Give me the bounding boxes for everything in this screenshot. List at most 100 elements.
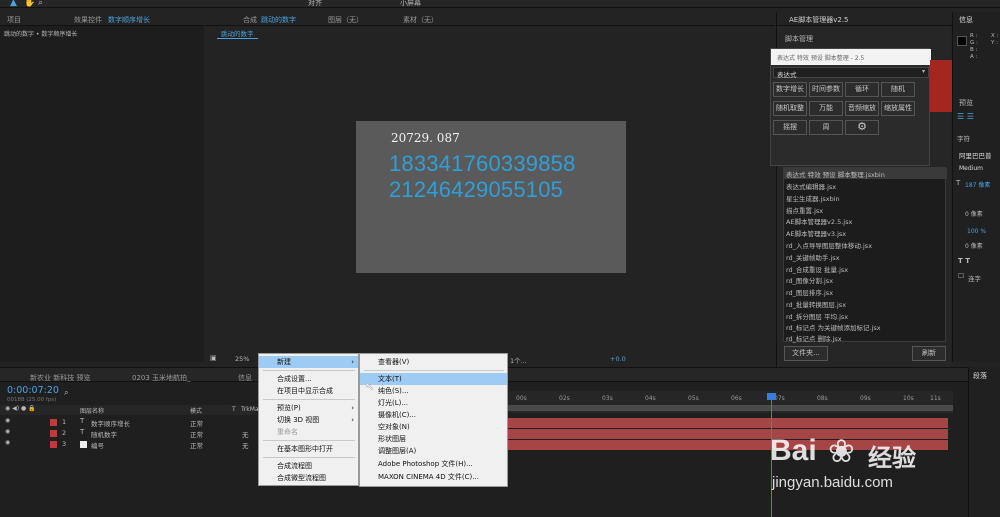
timecode[interactable]: 0:00:07:20: [7, 385, 59, 396]
exposure-value[interactable]: +0.0: [610, 355, 626, 363]
script-list-item[interactable]: rd_图层排序.jsx: [786, 287, 833, 297]
script-settings-button[interactable]: ⚙: [845, 120, 879, 135]
hand-tool-icon[interactable]: ✋: [24, 0, 35, 8]
menu-item-open-essential-graphics[interactable]: 在基本图形中打开: [259, 443, 358, 455]
script-btn-9[interactable]: 周: [809, 120, 843, 135]
info-title[interactable]: 信息: [959, 15, 973, 25]
layer-color-label[interactable]: [50, 419, 57, 426]
submenu-item-viewer[interactable]: 查看器(V): [360, 356, 507, 368]
script-list-item[interactable]: rd_拆分图层 平均.jsx: [786, 311, 848, 321]
script-btn-8[interactable]: 摇摆: [773, 120, 807, 135]
snap-label[interactable]: 对齐: [308, 0, 322, 8]
comp-canvas[interactable]: 20729. 087 183341760339858 2124642905510…: [356, 121, 626, 273]
layer-mode[interactable]: 正常: [190, 429, 203, 439]
visibility-eye-icon[interactable]: ◉: [5, 428, 10, 435]
layer-row[interactable]: ◉ 1 T 数字顺序增长 正常: [0, 417, 255, 428]
script-manager-title[interactable]: AE脚本管理器v2.5: [789, 15, 849, 25]
submenu-item-photoshop-file[interactable]: Adobe Photoshop 文件(H)...: [360, 458, 507, 470]
viewer-settings-icon[interactable]: ▣: [210, 354, 217, 362]
script-list-item[interactable]: 表达式编辑器.jsx: [786, 181, 836, 191]
script-btn-1[interactable]: 时间参数: [809, 82, 843, 97]
visibility-eye-icon[interactable]: ◉: [5, 439, 10, 446]
submenu-item-adjustment-layer[interactable]: 调整图层(A): [360, 445, 507, 457]
submenu-item-text[interactable]: 文本(T): [360, 373, 507, 385]
views-dropdown[interactable]: 1个...: [510, 355, 527, 365]
zoom-tool-icon[interactable]: ⌕: [38, 0, 43, 8]
paragraph-title[interactable]: 段落: [973, 371, 987, 381]
selection-tool-icon[interactable]: ▲: [10, 0, 17, 8]
timeline-tab-2[interactable]: 信息: [238, 373, 252, 383]
ligature-checkbox[interactable]: ☐: [958, 272, 964, 280]
script-list-item[interactable]: AE脚本管理器v3.jsx: [786, 228, 846, 238]
script-list-item[interactable]: rd_标记点 删除.jsx: [786, 333, 842, 343]
layer-name[interactable]: 随机数字: [91, 429, 117, 439]
menu-item-comp-settings[interactable]: 合成设置...: [259, 373, 358, 385]
tab-comp-name[interactable]: 跳动的数字: [261, 15, 296, 25]
layer-name[interactable]: 数字顺序增长: [91, 418, 130, 428]
layer-trkmat[interactable]: 无: [242, 429, 249, 439]
script-list-item[interactable]: rd_合成重设 批量.jsx: [786, 264, 848, 274]
script-btn-7[interactable]: 缩放属性: [881, 101, 915, 116]
submenu-item-cinema4d-file[interactable]: MAXON CINEMA 4D 文件(C)...: [360, 471, 507, 483]
tab-effects-name[interactable]: 数字顺序增长: [108, 15, 150, 25]
script-list-item[interactable]: rd_图像分割.jsx: [786, 275, 833, 285]
layer-color-label[interactable]: [50, 441, 57, 448]
tab-comp-prefix[interactable]: 合成: [243, 15, 257, 25]
menu-item-switch-3d-view[interactable]: 切换 3D 视图 ›: [259, 414, 358, 426]
script-list-item[interactable]: 描点重置.jsx: [786, 205, 823, 215]
submenu-item-shape-layer[interactable]: 形状图层: [360, 433, 507, 445]
tab-effects-prefix[interactable]: 效果控件: [74, 15, 102, 25]
timeline-tab-0[interactable]: 新农业 新科技 预览: [30, 373, 90, 383]
text-style-icons[interactable]: T T: [958, 257, 970, 265]
script-list-item[interactable]: rd_入点导导图层整体移动.jsx: [786, 240, 872, 250]
work-area-bar[interactable]: [508, 405, 953, 411]
timeline-tab-1[interactable]: 0203 玉米地航拍_: [132, 373, 191, 383]
script-btn-6[interactable]: 音频缩放: [845, 101, 879, 116]
font-weight-value[interactable]: Medium: [959, 165, 983, 172]
submenu-item-solid[interactable]: 纯色(S)...: [360, 385, 507, 397]
playhead-handle[interactable]: [767, 393, 776, 400]
menu-item-reveal-in-project[interactable]: 在项目中显示合成: [259, 385, 358, 397]
script-btn-4[interactable]: 随机取整: [773, 101, 807, 116]
script-list-item[interactable]: rd_批量转换图层.jsx: [786, 299, 846, 309]
script-list-item[interactable]: 星尘生成器.jsxbin: [786, 193, 840, 203]
tracking-value[interactable]: 0 像素: [965, 209, 983, 218]
layer-duration-bar[interactable]: [508, 418, 948, 428]
scale-value[interactable]: 100 %: [967, 228, 986, 235]
refresh-button[interactable]: 刷新: [912, 346, 946, 361]
submenu-item-camera[interactable]: 摄像机(C)...: [360, 409, 507, 421]
visibility-eye-icon[interactable]: ◉: [5, 417, 10, 424]
tab-character[interactable]: 字符: [957, 133, 970, 143]
tab-footage[interactable]: 素材（无）: [403, 15, 438, 25]
layer-name[interactable]: 编号: [91, 440, 104, 450]
tab-preview[interactable]: 预览: [959, 98, 973, 108]
script-btn-2[interactable]: 循环: [845, 82, 879, 97]
layer-row[interactable]: ◉ 2 T 随机数字 正常 无: [0, 428, 255, 439]
menu-item-comp-flowchart[interactable]: 合成流程图: [259, 460, 358, 472]
comp-subtab[interactable]: 跳动的数字: [217, 28, 258, 39]
folder-button[interactable]: 文件夹...: [784, 346, 828, 361]
submenu-item-light[interactable]: 灯光(L)...: [360, 397, 507, 409]
align-icons[interactable]: ☰ ☰: [957, 112, 974, 121]
script-btn-5[interactable]: 万能: [809, 101, 843, 116]
search-icon[interactable]: ⌕: [64, 388, 68, 398]
zoom-level[interactable]: 25%: [235, 355, 249, 363]
layer-mode[interactable]: 正常: [190, 440, 203, 450]
script-btn-0[interactable]: 数字增长: [773, 82, 807, 97]
layer-row[interactable]: ◉ 3 编号 正常 无: [0, 439, 255, 450]
menu-item-comp-mini-flowchart[interactable]: 合成微型流程图: [259, 472, 358, 484]
menu-item-preview[interactable]: 预览(P) ›: [259, 402, 358, 414]
script-list-item[interactable]: AE脚本管理器v2.5.jsx: [786, 216, 852, 226]
script-list-item[interactable]: rd_关键帧助手.jsx: [786, 252, 840, 262]
layer-trkmat[interactable]: 无: [242, 440, 249, 450]
layer-mode[interactable]: 正常: [190, 418, 203, 428]
script-list-item[interactable]: rd_标记点 为关键帧添加标记.jsx: [786, 322, 881, 332]
tab-layer[interactable]: 图层（无）: [328, 15, 363, 25]
layer-color-label[interactable]: [50, 430, 57, 437]
menu-item-new[interactable]: 新建 ›: [259, 356, 358, 368]
script-list-item[interactable]: 表达式 特效 预设 脚本整理.jsxbin: [786, 169, 885, 179]
small-screen-label[interactable]: 小屏幕: [400, 0, 421, 8]
script-category-dropdown[interactable]: 表达式 ▾: [773, 67, 929, 79]
font-size-value[interactable]: 187 像素: [965, 180, 990, 189]
font-family-value[interactable]: 阿里巴巴普: [959, 150, 992, 160]
